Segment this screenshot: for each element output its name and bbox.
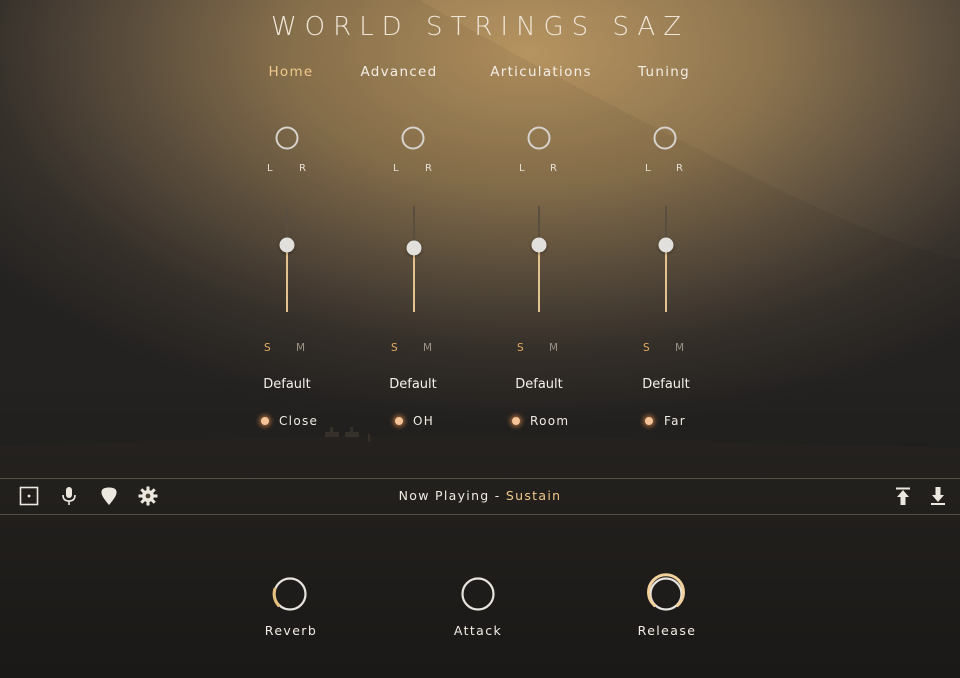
mute-button-room[interactable]: M: [549, 342, 558, 354]
mute-button-close[interactable]: M: [296, 342, 305, 354]
fader-thumb-far[interactable]: [658, 237, 674, 253]
preset-room[interactable]: Default: [515, 377, 563, 392]
release-knob[interactable]: [642, 570, 690, 618]
attack-label: Attack: [453, 623, 503, 638]
tab-articulations[interactable]: Articulations: [490, 64, 592, 80]
solo-button-close[interactable]: S: [264, 342, 271, 354]
mic-label-oh: OH: [413, 414, 435, 428]
attack-knob[interactable]: [454, 570, 502, 618]
mic-label-close: Close: [279, 414, 319, 428]
upload-icon[interactable]: [893, 486, 913, 506]
mic-label-far: Far: [664, 414, 686, 428]
fader-track-far[interactable]: [665, 206, 667, 312]
now-playing: Now Playing - Sustain: [0, 488, 960, 503]
pan-knob-room[interactable]: [527, 126, 551, 150]
pan-right-label: R: [550, 163, 557, 174]
fader-thumb-room[interactable]: [531, 237, 547, 253]
pan-left-label: L: [267, 163, 273, 174]
pan-left-label: L: [393, 163, 399, 174]
mic-led-far[interactable]: [645, 417, 653, 425]
fader-thumb-oh[interactable]: [406, 240, 422, 256]
download-icon[interactable]: [928, 486, 948, 506]
fader-thumb-close[interactable]: [279, 237, 295, 253]
release-label: Release: [637, 623, 697, 638]
preset-far[interactable]: Default: [642, 377, 690, 392]
solo-button-oh[interactable]: S: [391, 342, 398, 354]
pan-left-label: L: [645, 163, 651, 174]
pan-knob-far[interactable]: [653, 126, 677, 150]
mic-led-room[interactable]: [512, 417, 520, 425]
pan-left-label: L: [519, 163, 525, 174]
pan-right-label: R: [425, 163, 432, 174]
camel-silhouettes: [325, 427, 370, 442]
reverb-knob[interactable]: [266, 570, 314, 618]
fader-track-room[interactable]: [538, 206, 540, 312]
mic-led-close[interactable]: [261, 417, 269, 425]
tab-home[interactable]: Home: [268, 64, 313, 80]
now-playing-value[interactable]: Sustain: [506, 488, 561, 503]
pan-knob-oh[interactable]: [401, 126, 425, 150]
fader-track-close[interactable]: [286, 206, 288, 312]
preset-oh[interactable]: Default: [389, 377, 437, 392]
tab-tuning[interactable]: Tuning: [638, 64, 690, 80]
mute-button-oh[interactable]: M: [423, 342, 432, 354]
tab-advanced[interactable]: Advanced: [360, 64, 437, 80]
preset-close[interactable]: Default: [263, 377, 311, 392]
mute-button-far[interactable]: M: [675, 342, 684, 354]
mic-led-oh[interactable]: [395, 417, 403, 425]
pan-right-label: R: [299, 163, 306, 174]
now-playing-label: Now Playing -: [398, 488, 501, 503]
app-title: WORLD STRINGS SAZ: [270, 12, 690, 42]
fader-track-oh[interactable]: [413, 206, 415, 312]
toolbar: Now Playing - Sustain: [0, 478, 960, 515]
mic-label-room: Room: [530, 414, 570, 428]
solo-button-far[interactable]: S: [643, 342, 650, 354]
reverb-label: Reverb: [264, 623, 318, 638]
pan-right-label: R: [676, 163, 683, 174]
pan-knob-close[interactable]: [275, 126, 299, 150]
solo-button-room[interactable]: S: [517, 342, 524, 354]
